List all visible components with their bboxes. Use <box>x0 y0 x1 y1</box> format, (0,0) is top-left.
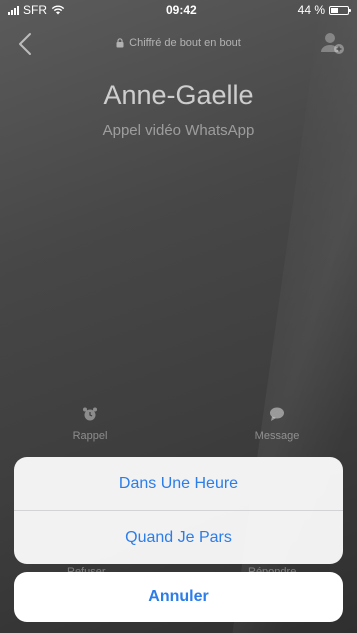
add-participant-icon[interactable] <box>319 30 345 56</box>
battery-icon <box>329 5 351 15</box>
status-time: 09:42 <box>165 3 197 17</box>
call-type-label: Appel vidéo WhatsApp <box>102 122 255 139</box>
encryption-notice: Chiffré de bout en bout <box>0 37 357 49</box>
reminder-button[interactable]: Rappel <box>50 406 130 442</box>
alarm-clock-icon <box>83 407 97 421</box>
caller-name: Anne-Gaelle <box>103 80 254 110</box>
action-sheet-options: Dans Une Heure Quand Je Pars <box>14 457 343 564</box>
cancel-button[interactable]: Annuler <box>14 572 343 622</box>
battery-percentage: 44 % <box>297 3 325 17</box>
option-in-one-hour[interactable]: Dans Une Heure <box>14 457 343 510</box>
chat-bubble-icon <box>270 407 284 421</box>
status-left: SFR <box>8 3 65 17</box>
option-when-i-leave[interactable]: Quand Je Pars <box>14 511 343 564</box>
carrier-label: SFR <box>23 3 47 17</box>
message-label: Message <box>254 430 300 442</box>
status-bar: SFR 09:42 44 % <box>0 0 357 20</box>
wifi-icon <box>51 5 65 15</box>
reminder-label: Rappel <box>72 430 108 442</box>
lock-icon <box>116 38 124 48</box>
message-button[interactable]: Message <box>237 406 317 442</box>
signal-icon <box>8 5 19 15</box>
encryption-text: Chiffré de bout en bout <box>129 37 241 49</box>
battery-level-fill <box>331 7 338 13</box>
status-right: 44 % <box>297 3 351 17</box>
